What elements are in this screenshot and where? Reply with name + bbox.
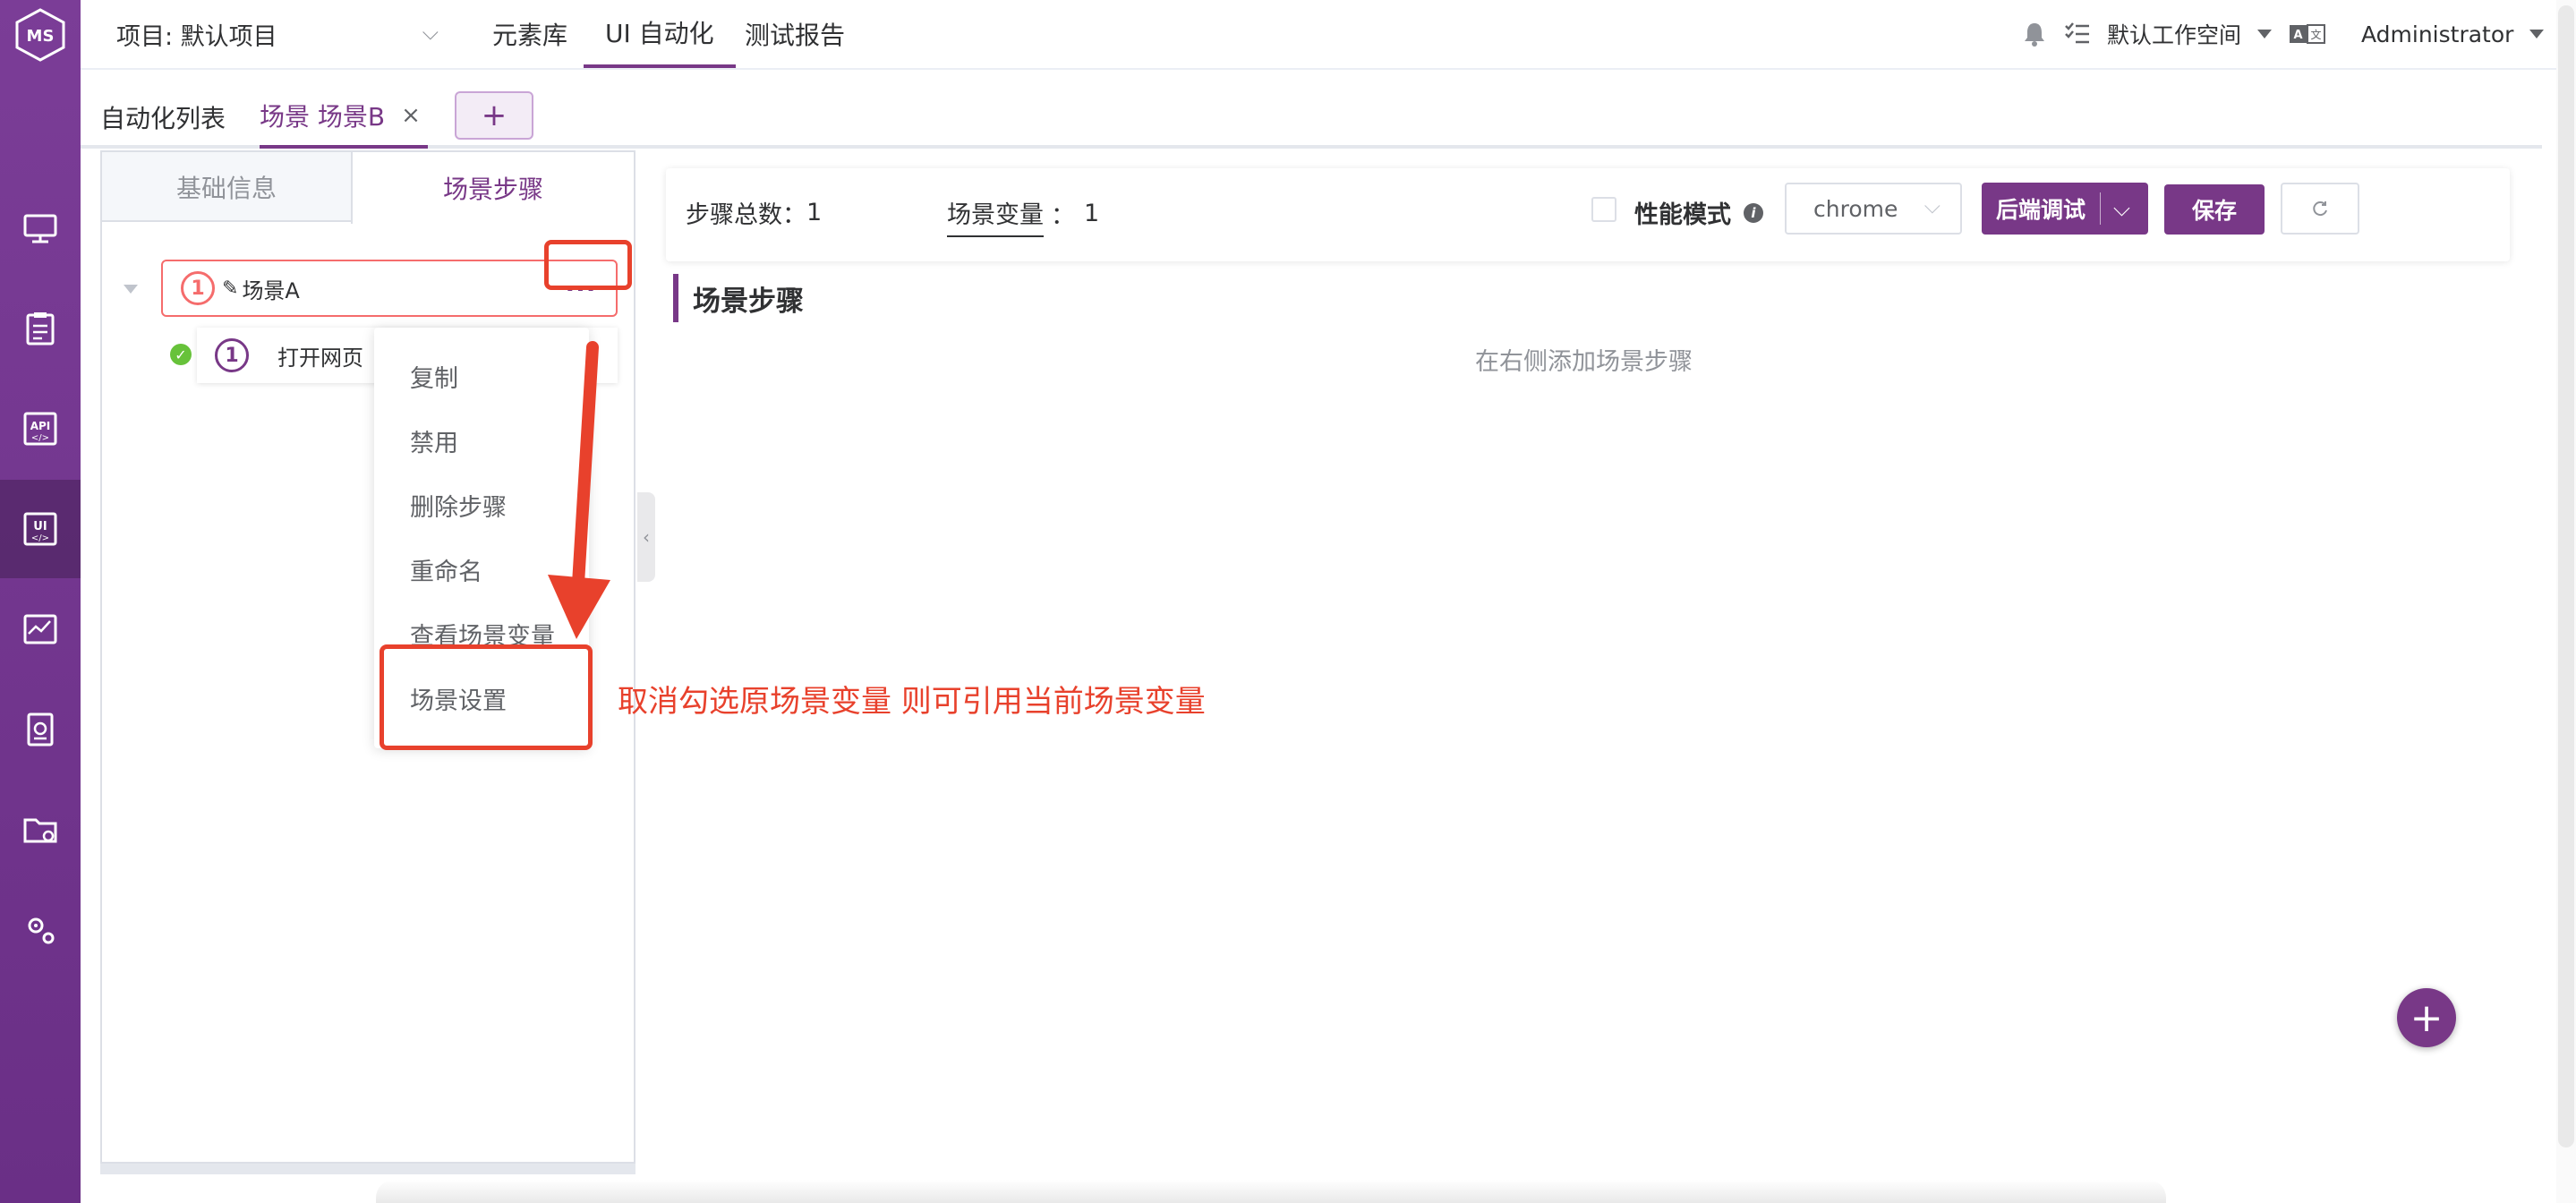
backend-debug-label: 后端调试 xyxy=(1982,192,2102,225)
svg-text:UI: UI xyxy=(33,520,47,533)
sidebar: MS API </> UI </> xyxy=(0,0,81,1203)
nav-element-library[interactable]: 元素库 xyxy=(492,0,567,68)
tree-expand-icon[interactable] xyxy=(124,285,138,294)
project-label: 项目: 默认项目 xyxy=(116,22,277,51)
browser-select[interactable]: chrome ⌵ xyxy=(1785,183,1962,235)
scrollbar-thumb[interactable] xyxy=(2558,5,2574,1148)
caret-down-icon xyxy=(2257,30,2273,38)
total-steps-label: 步骤总数 xyxy=(686,201,782,229)
perf-mode-checkbox[interactable] xyxy=(1591,197,1616,222)
bell-icon[interactable] xyxy=(2023,0,2046,68)
close-icon[interactable]: × xyxy=(401,102,421,129)
backend-debug-button[interactable]: 后端调试 ⌵ xyxy=(1982,183,2148,235)
tab-basic-info[interactable]: 基础信息 xyxy=(102,152,351,222)
chart-monitor-icon xyxy=(23,614,57,644)
ui-icon: UI </> xyxy=(23,512,57,546)
left-panel-tabs: 基础信息 场景步骤 xyxy=(102,152,634,224)
task-list-icon[interactable] xyxy=(2064,0,2091,68)
perf-mode-label: 性能模式 xyxy=(1634,201,1731,229)
user-name: Administrator xyxy=(2361,21,2514,47)
sidebar-item-api[interactable]: API </> xyxy=(0,380,81,478)
folder-settings-icon xyxy=(23,818,57,843)
annotation-arrow xyxy=(548,341,610,639)
api-icon: API </> xyxy=(23,412,57,446)
workspace-selector[interactable]: 默认工作空间 xyxy=(2107,0,2273,68)
user-menu[interactable]: Administrator xyxy=(2361,0,2545,68)
chevron-down-icon: ⌵ xyxy=(422,20,439,45)
editor-tabs: 自动化列表 场景 场景B × + xyxy=(81,86,2542,149)
gears-icon xyxy=(28,917,55,944)
tab-scene-b-label: 场景 场景B xyxy=(260,102,386,132)
perf-mode: 性能模式 i xyxy=(1634,195,1763,230)
annotation-box-more xyxy=(544,240,632,290)
ms-logo-icon[interactable]: MS xyxy=(13,7,68,63)
svg-text:文: 文 xyxy=(2310,28,2321,41)
step-index-badge: 1 xyxy=(215,338,249,372)
scene-variables[interactable]: 场景变量 ： 1 xyxy=(947,195,1099,237)
sidebar-item-ui[interactable]: UI </> xyxy=(0,480,81,578)
scene-node-label: 场景A xyxy=(242,277,300,303)
sidebar-item-settings[interactable] xyxy=(0,881,81,979)
refresh-icon xyxy=(2313,201,2327,217)
horizontal-scrollbar[interactable] xyxy=(100,1164,635,1174)
annotation-box-settings xyxy=(380,644,593,750)
svg-text:</>: </> xyxy=(31,533,49,543)
sidebar-item-workbench[interactable] xyxy=(0,179,81,277)
sidebar-item-project[interactable] xyxy=(0,781,81,879)
svg-text:</>: </> xyxy=(31,433,49,443)
sidebar-item-performance[interactable] xyxy=(0,580,81,678)
scene-vars-value: 1 xyxy=(1084,200,1100,227)
browser-value: chrome xyxy=(1813,195,1898,222)
add-step-button[interactable]: + xyxy=(2397,988,2456,1047)
project-selector[interactable]: 项目: 默认项目 ⌵ xyxy=(116,14,439,54)
chevron-down-icon: ⌵ xyxy=(1923,193,1941,218)
add-tab-button[interactable]: + xyxy=(455,91,533,140)
refresh-button[interactable] xyxy=(2281,183,2359,235)
clipboard-icon xyxy=(26,312,55,346)
nav-test-report[interactable]: 测试报告 xyxy=(745,0,845,68)
total-steps: 步骤总数 ： 1 xyxy=(686,195,822,230)
check-circle-icon: ✓ xyxy=(170,344,192,365)
total-steps-value: 1 xyxy=(806,199,823,226)
section-title: 场景步骤 xyxy=(673,274,804,322)
collapse-panel-handle[interactable]: ‹ xyxy=(637,492,655,582)
colon: ： xyxy=(1051,202,1075,230)
language-icon[interactable]: A 文 xyxy=(2290,0,2325,68)
nav-ui-automation[interactable]: UI 自动化 xyxy=(584,0,736,68)
step-index-badge: 1 xyxy=(181,271,215,305)
svg-text:A: A xyxy=(2293,29,2302,42)
empty-steps-hint: 在右侧添加场景步骤 xyxy=(1475,348,1693,376)
step-node-label: 打开网页 xyxy=(277,345,363,371)
bottom-shadow xyxy=(376,1180,2166,1203)
annotation-text: 取消勾选原场景变量 则可引用当前场景变量 xyxy=(618,684,1206,720)
caret-down-icon xyxy=(2529,30,2545,38)
svg-text:MS: MS xyxy=(27,27,55,46)
top-bar: 项目: 默认项目 ⌵ 元素库 UI 自动化 测试报告 默认工作空间 A 文 Ad… xyxy=(81,0,2576,70)
colon: ： xyxy=(782,201,806,229)
save-button[interactable]: 保存 xyxy=(2164,184,2265,235)
pencil-icon[interactable]: ✎ xyxy=(222,277,238,300)
tab-automation-list-label: 自动化列表 xyxy=(100,104,226,133)
info-icon[interactable]: i xyxy=(1744,202,1763,223)
workspace-label: 默认工作空间 xyxy=(2107,22,2242,48)
tab-automation-list[interactable]: 自动化列表 xyxy=(100,86,226,149)
tab-scene-b[interactable]: 场景 场景B × xyxy=(260,86,428,149)
sidebar-item-track[interactable] xyxy=(0,279,81,378)
tab-scene-steps[interactable]: 场景步骤 xyxy=(351,152,634,224)
sidebar-item-report[interactable] xyxy=(0,680,81,779)
scene-toolbar: 步骤总数 ： 1 场景变量 ： 1 性能模式 i chrome ⌵ 后端调试 ⌵… xyxy=(666,168,2510,261)
scene-vars-link[interactable]: 场景变量 xyxy=(947,195,1044,237)
report-icon xyxy=(27,712,54,747)
svg-text:API: API xyxy=(30,420,51,432)
plus-icon: + xyxy=(2410,994,2444,1041)
monitor-icon xyxy=(23,214,57,243)
chevron-down-icon[interactable]: ⌵ xyxy=(2101,195,2130,222)
